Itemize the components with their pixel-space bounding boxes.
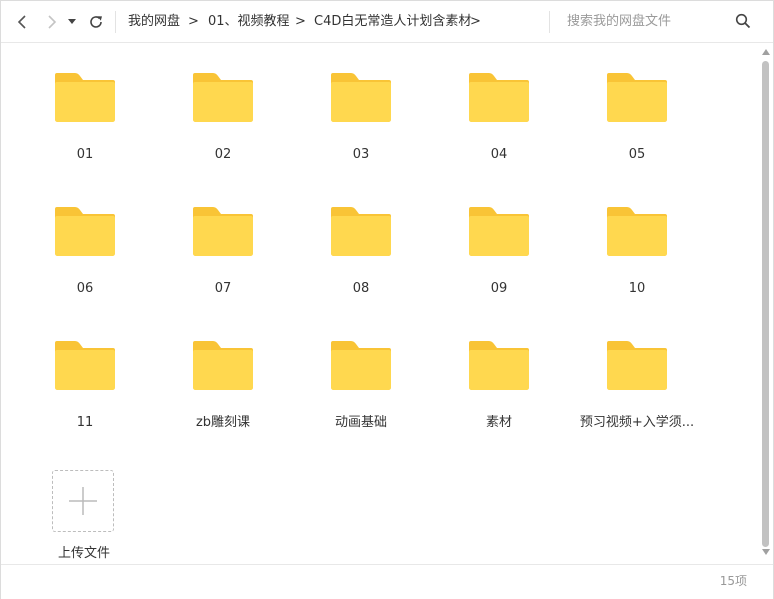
scrollbar-thumb[interactable]	[762, 61, 769, 547]
breadcrumb-separator: >	[470, 14, 481, 29]
folder-icon	[469, 207, 529, 256]
scroll-down-icon[interactable]	[762, 549, 770, 555]
folder-name: 06	[76, 281, 94, 296]
folder-item[interactable]: 素材	[434, 312, 564, 430]
folder-item[interactable]: 08	[296, 178, 426, 296]
folder-name: 04	[490, 147, 508, 162]
folder-item[interactable]: 04	[434, 44, 564, 162]
breadcrumb-item-root[interactable]: 我的网盘	[128, 13, 180, 31]
folder-icon	[607, 207, 667, 256]
folder-name: 02	[214, 147, 232, 162]
plus-icon	[69, 487, 97, 515]
folder-name: 09	[490, 281, 508, 296]
folder-item[interactable]: 动画基础	[296, 312, 426, 430]
folder-item[interactable]: 09	[434, 178, 564, 296]
file-grid: 01 02 03 04 05 06 07 08 09 10 11 zb雕刻课 动画基础 素材 预习视频+入学…	[1, 43, 758, 563]
breadcrumb-separator: >	[188, 14, 199, 29]
refresh-icon[interactable]	[87, 13, 105, 31]
folder-item[interactable]: 03	[296, 44, 426, 162]
upload-button[interactable]	[52, 470, 114, 532]
breadcrumb-item-video-tutorials[interactable]: 01、视频教程	[208, 13, 290, 31]
folder-icon	[331, 207, 391, 256]
folder-item[interactable]: 01	[20, 44, 150, 162]
folder-name: 11	[76, 415, 94, 430]
folder-item[interactable]: 02	[158, 44, 288, 162]
folder-icon	[469, 341, 529, 390]
breadcrumb-item-current[interactable]: C4D白无常造人计划含素材	[314, 13, 471, 31]
item-count: 15项	[719, 574, 747, 588]
upload-label: 上传文件	[57, 546, 110, 561]
folder-name: 01	[76, 147, 94, 162]
folder-icon	[193, 73, 253, 122]
folder-icon	[55, 341, 115, 390]
folder-name: zb雕刻课	[195, 415, 251, 430]
folder-icon	[607, 73, 667, 122]
folder-icon	[469, 73, 529, 122]
history-dropdown-icon[interactable]	[67, 13, 77, 31]
folder-name: 07	[214, 281, 232, 296]
folder-item[interactable]: 预习视频+入学须...	[572, 312, 702, 430]
forward-icon[interactable]	[43, 13, 61, 31]
folder-icon	[607, 341, 667, 390]
folder-name: 08	[352, 281, 370, 296]
top-toolbar: 我的网盘 > 01、视频教程 > C4D白无常造人计划含素材 > 搜索我的网盘文…	[1, 1, 773, 43]
breadcrumb-separator: >	[295, 14, 306, 29]
folder-item[interactable]: 07	[158, 178, 288, 296]
folder-item[interactable]: 05	[572, 44, 702, 162]
folder-item[interactable]: 11	[20, 312, 150, 430]
folder-name: 素材	[485, 415, 512, 430]
folder-icon	[55, 207, 115, 256]
folder-icon	[55, 73, 115, 122]
folder-item[interactable]: zb雕刻课	[158, 312, 288, 430]
search-icon[interactable]	[735, 13, 753, 31]
folder-name: 10	[628, 281, 646, 296]
folder-name: 03	[352, 147, 370, 162]
search-divider	[549, 11, 550, 33]
search-input[interactable]: 搜索我的网盘文件	[567, 13, 671, 31]
folder-icon	[331, 73, 391, 122]
status-bar: 15项	[1, 564, 773, 599]
back-icon[interactable]	[13, 13, 31, 31]
folder-icon	[193, 341, 253, 390]
folder-item[interactable]: 06	[20, 178, 150, 296]
folder-name: 动画基础	[334, 415, 387, 430]
folder-icon	[193, 207, 253, 256]
folder-name: 05	[628, 147, 646, 162]
toolbar-divider	[115, 11, 116, 33]
folder-item[interactable]: 10	[572, 178, 702, 296]
folder-icon	[331, 341, 391, 390]
scroll-up-icon[interactable]	[762, 49, 770, 55]
folder-name: 预习视频+入学须...	[579, 415, 695, 430]
